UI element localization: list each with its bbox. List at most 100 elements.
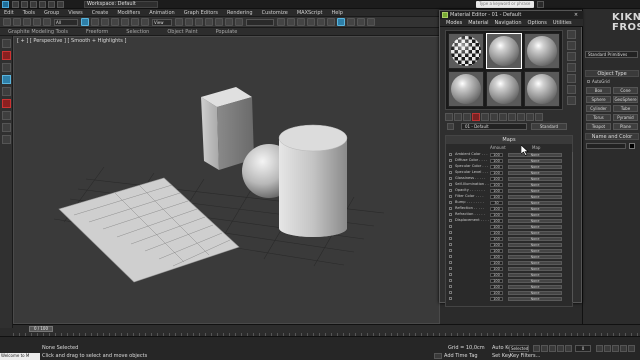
name-and-color-rollout[interactable]: Name and Color bbox=[585, 133, 639, 140]
link-icon[interactable] bbox=[23, 18, 31, 26]
map-slot-button[interactable]: None bbox=[508, 164, 562, 169]
map-slot-button[interactable]: None bbox=[508, 230, 562, 235]
tab-graphite-modeling-tools[interactable]: Graphite Modeling Tools bbox=[8, 29, 68, 35]
select-rotate-icon[interactable] bbox=[131, 18, 139, 26]
map-amount-spinner[interactable]: 100 bbox=[490, 236, 503, 241]
map-slot-button[interactable]: None bbox=[508, 176, 562, 181]
map-enable-checkbox[interactable] bbox=[449, 237, 452, 240]
reference-coordinate-dropdown[interactable]: View bbox=[152, 18, 172, 26]
teapot-button[interactable]: Teapot bbox=[586, 123, 611, 130]
layer-explorer-icon[interactable] bbox=[297, 18, 305, 26]
zoom-extents-icon[interactable] bbox=[612, 345, 619, 352]
make-unique-icon[interactable] bbox=[481, 112, 489, 121]
workspace-dropdown[interactable]: Workspace: Default bbox=[84, 1, 158, 8]
put-to-scene-icon[interactable] bbox=[454, 112, 462, 121]
material-id-channel-icon[interactable] bbox=[499, 112, 507, 121]
sample-slot[interactable] bbox=[448, 33, 484, 69]
map-amount-spinner[interactable]: 100 bbox=[490, 248, 503, 253]
mirror-icon[interactable] bbox=[277, 18, 285, 26]
tube-button[interactable]: Tube bbox=[613, 105, 638, 112]
sample-slot[interactable] bbox=[448, 71, 484, 107]
material-name-field[interactable]: 01 - Default bbox=[461, 123, 527, 130]
percent-snap-icon[interactable] bbox=[215, 18, 223, 26]
menu-edit[interactable]: Edit bbox=[4, 10, 14, 16]
named-selection-icon[interactable] bbox=[235, 18, 243, 26]
key-filters-button[interactable]: Key Filters... bbox=[510, 353, 540, 359]
next-frame-icon[interactable] bbox=[557, 345, 564, 352]
menu-group[interactable]: Group bbox=[44, 10, 59, 16]
undo-icon[interactable] bbox=[39, 1, 46, 8]
map-amount-spinner[interactable]: 100 bbox=[490, 212, 503, 217]
map-enable-checkbox[interactable] bbox=[449, 207, 452, 210]
map-slot-button[interactable]: None bbox=[508, 272, 562, 277]
map-enable-checkbox[interactable] bbox=[449, 291, 452, 294]
cylinder-button[interactable]: Cylinder bbox=[586, 105, 611, 112]
map-slot-button[interactable]: None bbox=[508, 242, 562, 247]
spinner-snap-icon[interactable] bbox=[225, 18, 233, 26]
make-preview-icon[interactable] bbox=[567, 85, 576, 94]
tab-populate[interactable]: Populate bbox=[216, 29, 238, 35]
orbit-icon[interactable] bbox=[628, 345, 635, 352]
schematic-view-icon[interactable] bbox=[327, 18, 335, 26]
map-slot-button[interactable]: None bbox=[508, 218, 562, 223]
map-enable-checkbox[interactable] bbox=[449, 255, 452, 258]
pan-view-icon[interactable] bbox=[620, 345, 627, 352]
sample-slot[interactable] bbox=[486, 33, 522, 69]
selection-filter-dropdown[interactable]: All bbox=[54, 18, 78, 26]
menu-material[interactable]: Material bbox=[468, 20, 488, 26]
rendered-frame-window-icon[interactable] bbox=[357, 18, 365, 26]
plane-button[interactable]: Plane bbox=[613, 123, 638, 130]
map-amount-spinner[interactable]: 100 bbox=[490, 242, 503, 247]
map-amount-spinner[interactable]: 100 bbox=[490, 188, 503, 193]
map-slot-button[interactable]: None bbox=[508, 236, 562, 241]
map-enable-checkbox[interactable] bbox=[449, 213, 452, 216]
map-amount-spinner[interactable]: 100 bbox=[490, 254, 503, 259]
object-name-field[interactable] bbox=[586, 143, 626, 149]
map-slot-button[interactable]: None bbox=[508, 194, 562, 199]
pick-material-icon[interactable] bbox=[447, 123, 454, 130]
map-amount-spinner[interactable]: 100 bbox=[490, 170, 503, 175]
primitives-dropdown[interactable]: Standard Primitives bbox=[585, 51, 638, 58]
cone-button[interactable]: Cone bbox=[613, 87, 638, 94]
object-color-swatch[interactable] bbox=[629, 143, 635, 149]
material-type-button[interactable]: Standard bbox=[531, 123, 567, 130]
map-amount-spinner[interactable]: 100 bbox=[490, 176, 503, 181]
new-file-icon[interactable] bbox=[12, 1, 19, 8]
menu-animation[interactable]: Animation bbox=[149, 10, 175, 16]
select-tool-icon[interactable] bbox=[2, 39, 11, 48]
render-setup-icon[interactable] bbox=[347, 18, 355, 26]
play-icon[interactable] bbox=[549, 345, 556, 352]
previous-frame-icon[interactable] bbox=[541, 345, 548, 352]
map-slot-button[interactable]: None bbox=[508, 182, 562, 187]
background-icon[interactable] bbox=[567, 52, 576, 61]
menu-rendering[interactable]: Rendering bbox=[227, 10, 253, 16]
map-enable-checkbox[interactable] bbox=[449, 159, 452, 162]
undo-icon[interactable] bbox=[3, 18, 11, 26]
map-amount-spinner[interactable]: 100 bbox=[490, 182, 503, 187]
map-enable-checkbox[interactable] bbox=[449, 249, 452, 252]
snaps-toggle-icon[interactable] bbox=[195, 18, 203, 26]
pyramid-button[interactable]: Pyramid bbox=[613, 114, 638, 121]
rectangular-selection-icon[interactable] bbox=[101, 18, 109, 26]
menu-graph-editors[interactable]: Graph Editors bbox=[184, 10, 218, 16]
zoom-all-icon[interactable] bbox=[604, 345, 611, 352]
map-enable-checkbox[interactable] bbox=[449, 183, 452, 186]
menu-views[interactable]: Views bbox=[68, 10, 82, 16]
map-enable-checkbox[interactable] bbox=[449, 177, 452, 180]
time-slider[interactable]: 0 / 100 bbox=[29, 326, 53, 332]
save-file-icon[interactable] bbox=[30, 1, 37, 8]
sample-slot[interactable] bbox=[524, 71, 560, 107]
map-amount-spinner[interactable]: 100 bbox=[490, 278, 503, 283]
map-amount-spinner[interactable]: 100 bbox=[490, 260, 503, 265]
menu-navigation[interactable]: Navigation bbox=[495, 20, 522, 26]
helper-tool-icon[interactable] bbox=[2, 135, 11, 144]
map-amount-spinner[interactable]: 100 bbox=[490, 230, 503, 235]
material-editor-title[interactable]: Material Editor - 01 - Default bbox=[440, 11, 583, 19]
map-slot-button[interactable]: None bbox=[508, 254, 562, 259]
bind-spacewarp-icon[interactable] bbox=[43, 18, 51, 26]
video-color-check-icon[interactable] bbox=[567, 74, 576, 83]
current-frame-field[interactable]: 0 bbox=[575, 345, 591, 352]
menu-help[interactable]: Help bbox=[332, 10, 343, 16]
sample-type-icon[interactable] bbox=[567, 30, 576, 39]
get-material-icon[interactable] bbox=[445, 112, 453, 121]
